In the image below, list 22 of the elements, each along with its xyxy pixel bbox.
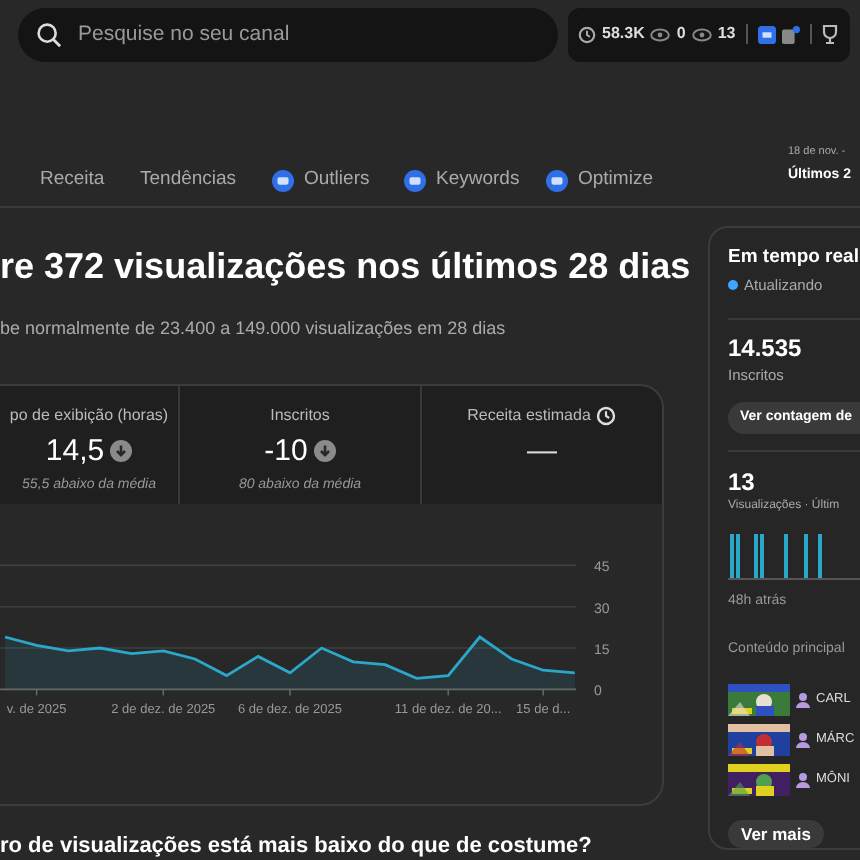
metric-value: 14,5	[45, 433, 105, 469]
metric-label: po de exibição (horas)	[9, 403, 169, 427]
tab[interactable]: Outliers	[272, 166, 370, 195]
metric-value: -10	[264, 433, 308, 469]
panel-title: Em tempo real	[728, 244, 860, 272]
tab[interactable]: Optimize	[546, 166, 653, 195]
summary-subtitle: be normalmente de 23.400 a 149.000 visualizações em 28 dias	[0, 316, 508, 342]
metric-value: —	[527, 433, 557, 469]
stat-value: 0	[676, 22, 686, 46]
summary-title: re 372 visualizações nos últimos 28 dias	[0, 244, 691, 290]
view-count: 13	[728, 467, 757, 496]
subscriber-count: 14.535	[728, 334, 804, 363]
see-more-button[interactable]: Ver mais	[728, 819, 824, 848]
tab[interactable]: Tendências	[140, 166, 237, 195]
section-heading: ro de visualizações está mais baixo do que de costume?	[0, 833, 594, 859]
tab[interactable]: Receita	[40, 166, 105, 195]
tab[interactable]: Keywords	[404, 166, 520, 195]
metric-label: Receita estimada	[467, 403, 591, 427]
stat-value: 58.3K	[602, 22, 645, 46]
search-field[interactable]: Pesquise no seu canal	[18, 7, 558, 61]
stat-value: 13	[717, 22, 736, 46]
metric-label: Inscritos	[270, 403, 330, 427]
